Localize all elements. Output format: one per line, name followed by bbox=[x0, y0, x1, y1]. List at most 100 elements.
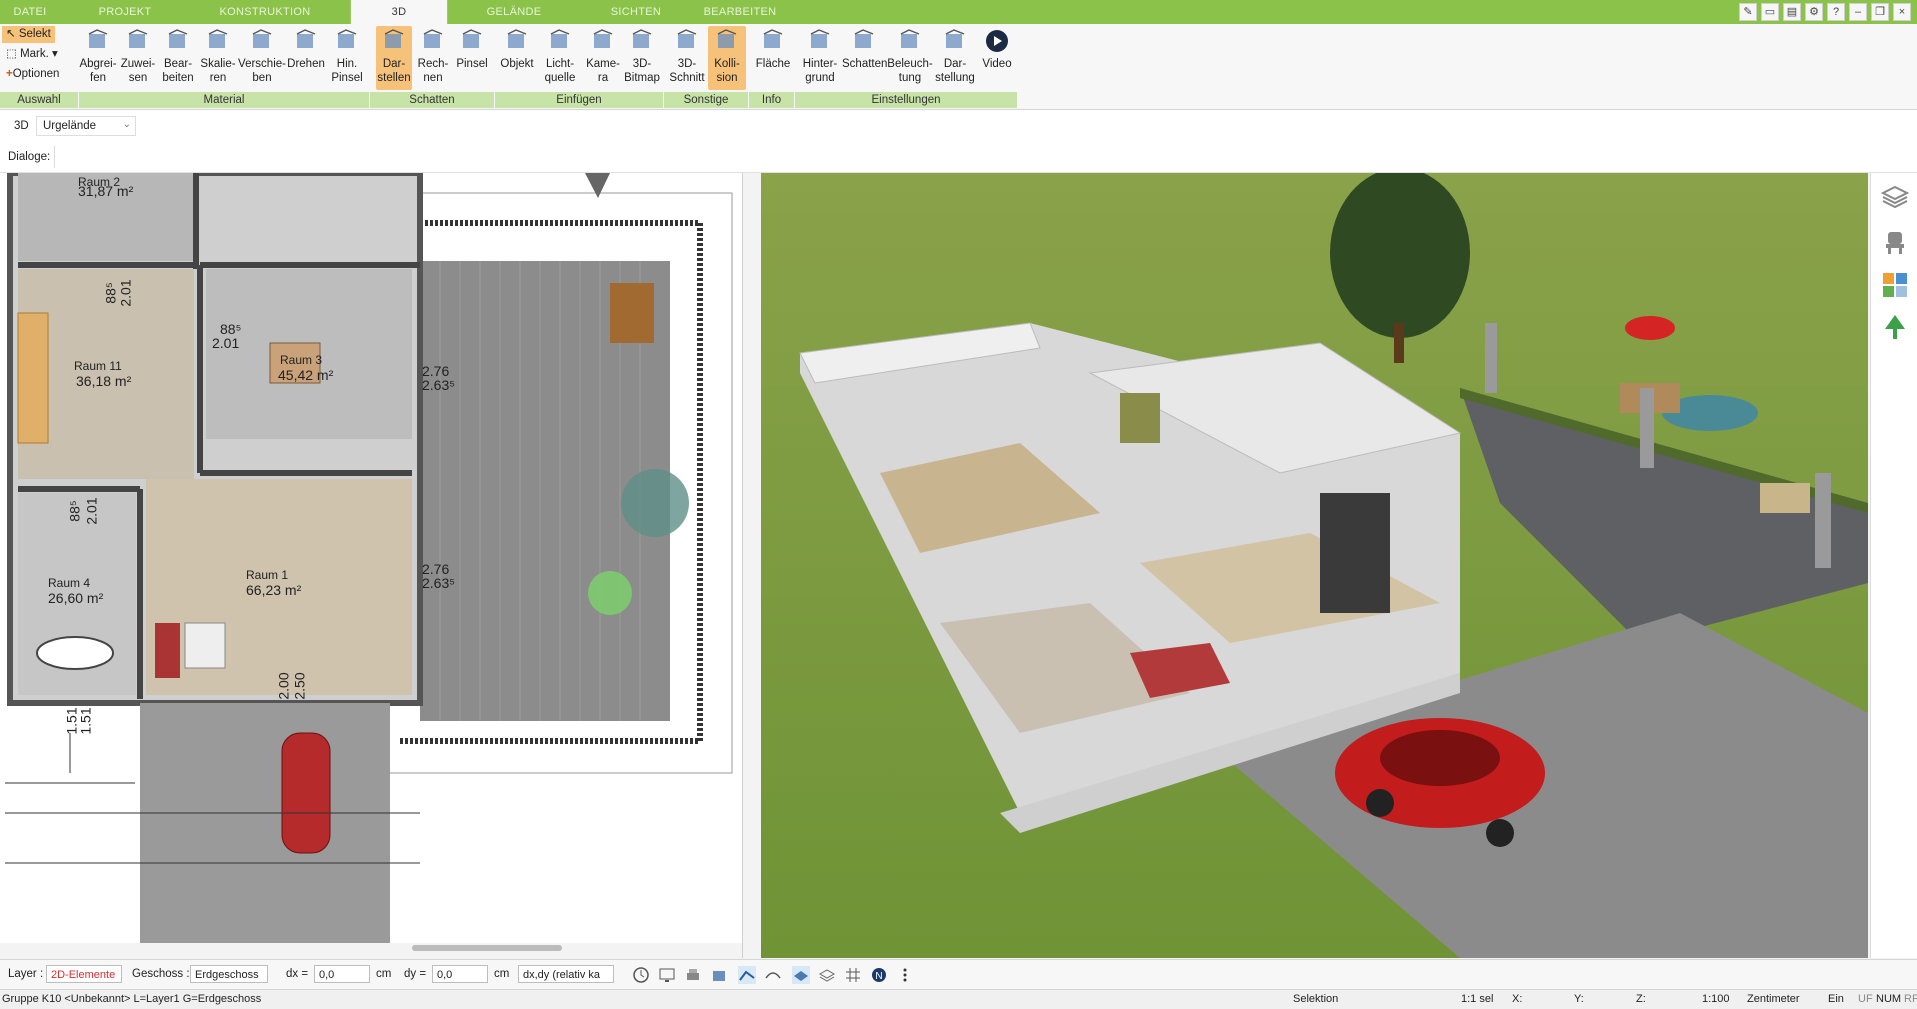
group-sonstige: Sonstige bbox=[664, 92, 749, 108]
geschoss-select[interactable]: Erdgeschoss bbox=[190, 965, 268, 983]
button-label: quelle bbox=[544, 72, 576, 84]
edit-icon bbox=[168, 29, 188, 48]
tab-projekt[interactable]: PROJEKT bbox=[60, 0, 190, 24]
restore-icon[interactable]: ❐ bbox=[1871, 3, 1889, 21]
layer-select[interactable]: 2D-Elemente bbox=[46, 965, 122, 983]
collision-button[interactable]: Kolli-sion bbox=[708, 26, 746, 90]
button-label: fen bbox=[90, 72, 106, 84]
plus-icon: + bbox=[6, 68, 13, 80]
cut-3d-button[interactable]: 3D- Schnitt bbox=[668, 26, 706, 90]
chevron-down-icon: ⌄ bbox=[122, 119, 131, 130]
group-material: Material bbox=[79, 92, 370, 108]
pane-divider[interactable] bbox=[742, 173, 761, 958]
layers-icon[interactable] bbox=[1881, 183, 1909, 211]
mark-button[interactable]: ⬚ Mark. ▾ bbox=[2, 46, 62, 63]
floor-plan-view[interactable]: Raum 2 31,87 m² Raum 11 36,18 m² Raum 3 … bbox=[0, 173, 742, 943]
close-icon[interactable]: × bbox=[1893, 3, 1911, 21]
relative-mode-select[interactable]: dx,dy (relativ ka bbox=[518, 965, 614, 983]
video-button[interactable]: Video bbox=[978, 26, 1016, 90]
lighting-button[interactable]: Beleuch-tung bbox=[886, 26, 934, 90]
select-button[interactable]: ↖ Selekt bbox=[2, 26, 55, 43]
layout-icon[interactable]: ▤ bbox=[1783, 3, 1801, 21]
dimension-label: 2.01 bbox=[117, 279, 134, 307]
hint-brush-button[interactable]: Hin. Pinsel bbox=[326, 26, 368, 90]
tree-icon[interactable] bbox=[1881, 313, 1909, 341]
options-button[interactable]: +Optionen bbox=[2, 66, 63, 83]
lighting-icon bbox=[900, 29, 920, 48]
pick-up-button[interactable]: Abgrei-fen bbox=[78, 26, 118, 90]
brush-icon[interactable]: ✎ bbox=[1739, 3, 1757, 21]
brush-button[interactable]: Pinsel bbox=[454, 26, 490, 90]
3d-view[interactable] bbox=[760, 173, 1868, 958]
3d-scene[interactable] bbox=[760, 173, 1868, 958]
minimize-icon[interactable]: – bbox=[1849, 3, 1867, 21]
button-label: ren bbox=[209, 72, 227, 84]
status-x: X: bbox=[1512, 993, 1523, 1005]
dx-label: dx = bbox=[286, 968, 309, 980]
button-label: Beleuch- bbox=[887, 58, 933, 70]
tab-sichten[interactable]: SICHTEN bbox=[580, 0, 692, 24]
light-source-button[interactable]: Licht-quelle bbox=[538, 26, 582, 90]
group-einfuegen: Einfügen bbox=[495, 92, 664, 108]
more-options-icon[interactable] bbox=[896, 966, 914, 984]
layers-small-icon[interactable] bbox=[818, 966, 836, 984]
status-selection-info: Gruppe K10 <Unbekannt> L=Layer1 G=Erdges… bbox=[2, 993, 262, 1005]
button-label: Hinter- bbox=[802, 58, 838, 70]
rotate-button[interactable]: Drehen bbox=[286, 26, 326, 90]
tab-gelaende[interactable]: GELÄNDE bbox=[456, 0, 572, 24]
assign-button[interactable]: Zuwei-sen bbox=[118, 26, 158, 90]
curve-icon[interactable] bbox=[764, 966, 782, 984]
room-area: 31,87 m² bbox=[78, 183, 134, 199]
divider bbox=[54, 146, 55, 168]
chair-icon[interactable] bbox=[1881, 228, 1909, 256]
cursor-icon: ↖ bbox=[6, 28, 16, 40]
representation-button[interactable]: Dar-stellung bbox=[934, 26, 976, 90]
button-label: 3D- bbox=[632, 58, 652, 70]
button-label: stellung bbox=[935, 72, 975, 84]
line-tool-icon[interactable] bbox=[738, 966, 756, 984]
scale-button[interactable]: Skalie-ren bbox=[198, 26, 238, 90]
background-button[interactable]: Hinter-grund bbox=[798, 26, 842, 90]
window-icon[interactable]: ▭ bbox=[1761, 3, 1779, 21]
calculate-icon bbox=[423, 29, 443, 48]
tab-konstruktion[interactable]: KONSTRUKTION bbox=[190, 0, 340, 24]
bottom-toolbar: Layer : 2D-Elemente Geschoss : Erdgescho… bbox=[0, 959, 1917, 990]
horizontal-scrollbar[interactable] bbox=[412, 945, 562, 951]
light-source-icon bbox=[550, 29, 570, 48]
snap-icon[interactable]: N bbox=[870, 966, 888, 984]
dy-input[interactable]: 0,0 bbox=[432, 965, 488, 983]
bitmap-3d-button[interactable]: 3D- Bitmap bbox=[622, 26, 662, 90]
status-uf: UF bbox=[1858, 993, 1873, 1005]
gear-icon[interactable]: ⚙ bbox=[1805, 3, 1823, 21]
monitor-icon[interactable] bbox=[658, 966, 676, 984]
calculate-button[interactable]: Rech-nen bbox=[414, 26, 452, 90]
shadow-button[interactable]: Schatten bbox=[842, 26, 887, 90]
edit-button[interactable]: Bear-beiten bbox=[158, 26, 198, 90]
surface-button[interactable]: Fläche bbox=[752, 26, 794, 90]
move-button[interactable]: Verschie-ben bbox=[238, 26, 286, 90]
clock-icon[interactable] bbox=[632, 966, 650, 984]
tab-bearbeiten[interactable]: BEARBEITEN bbox=[700, 0, 780, 24]
camera-button[interactable]: Kame-ra bbox=[584, 26, 622, 90]
object-button[interactable]: Objekt bbox=[498, 26, 536, 90]
print-icon[interactable] bbox=[684, 966, 702, 984]
status-rf: RF bbox=[1904, 993, 1917, 1005]
bitmap-3d-icon bbox=[632, 29, 652, 48]
help-icon[interactable]: ? bbox=[1827, 3, 1845, 21]
button-label: Rech- bbox=[417, 58, 449, 70]
grid-icon[interactable] bbox=[844, 966, 862, 984]
background-icon bbox=[810, 29, 830, 48]
button-label: Kolli- bbox=[714, 58, 740, 70]
materials-icon[interactable] bbox=[1881, 271, 1909, 299]
terrain-dropdown[interactable]: Urgelände ⌄ bbox=[36, 116, 136, 136]
geschoss-label: Geschoss : bbox=[132, 968, 190, 980]
dx-input[interactable]: 0,0 bbox=[314, 965, 370, 983]
ribbon: ↖ Selekt ⬚ Mark. ▾ +Optionen Abgrei-fen Z… bbox=[0, 24, 1917, 110]
plane-icon[interactable] bbox=[792, 966, 810, 984]
display-button[interactable]: Dar-stellen bbox=[376, 26, 412, 90]
tab-datei[interactable]: DATEI bbox=[0, 0, 60, 24]
button-label: ra bbox=[597, 72, 609, 84]
paint-icon[interactable] bbox=[710, 966, 728, 984]
tab-3d[interactable]: 3D bbox=[350, 0, 448, 24]
button-label: Hin. bbox=[336, 58, 358, 70]
